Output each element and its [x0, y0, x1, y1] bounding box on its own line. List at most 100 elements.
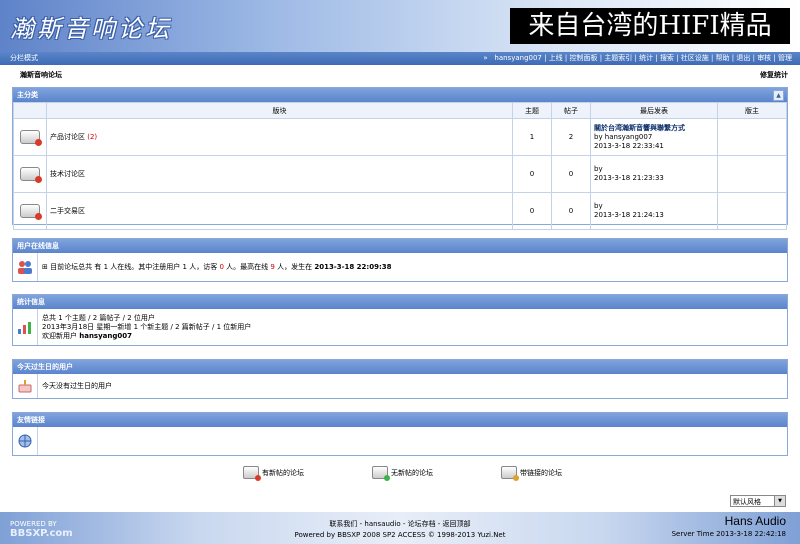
panel-header: 用户在线信息 [13, 239, 787, 253]
panel-title: 友情链接 [17, 416, 45, 424]
forum-name-link[interactable]: 二手交易区 [50, 207, 85, 215]
online-text: 人。最高在线 [226, 263, 269, 271]
forum-name-cell: 二手交易区 [46, 192, 513, 230]
forum-new-posts-icon [20, 167, 42, 183]
new-post-count-badge: (2) [87, 133, 98, 141]
moderator-cell [717, 118, 787, 156]
forum-new-posts-icon [20, 204, 42, 220]
birthday-panel: 今天过生日的用户 今天没有过生日的用户 [12, 359, 788, 399]
online-text: 人，发生在 [277, 263, 313, 271]
banner-ad[interactable]: 来自台湾的HIFI精品 [510, 8, 790, 44]
nav-link-help[interactable]: 帮助 [716, 54, 730, 62]
moderator-cell [717, 192, 787, 230]
nav-link-community[interactable]: 社区设施 [681, 54, 709, 62]
stats-line-today: 2013年3月18日 星期一新增 1 个新主题 / 2 篇新帖子 / 1 位新用… [42, 322, 252, 331]
collapse-icon[interactable]: ▲ [773, 90, 784, 101]
online-peak: 9 [270, 263, 275, 271]
username-link[interactable]: hansyang007 [494, 54, 541, 62]
view-mode-link[interactable]: 分栏模式 [10, 52, 38, 65]
forum-table: 版块 主题 帖子 最后发表 版主 产品讨论区 (2) 1 2 關於台湾瀚斯音響與… [13, 102, 787, 230]
topic-count: 0 [512, 192, 552, 230]
friend-links-row [13, 427, 787, 455]
footer: POWERED BY BBSXP.com 联系我们 - hansaudio - … [0, 512, 800, 544]
forum-name-link[interactable]: 产品讨论区 [50, 133, 85, 141]
breadcrumb[interactable]: 瀚斯音响论坛 [20, 70, 62, 80]
repair-stats-link[interactable]: 修复统计 [760, 70, 788, 80]
online-text: 人，访客 [189, 263, 218, 271]
column-header-posts: 帖子 [551, 102, 591, 119]
nav-link-control-panel[interactable]: 控制面板 [570, 54, 598, 62]
last-post-title-link[interactable]: 關於台湾瀚斯音響與聯繫方式 [594, 124, 685, 132]
column-header-topics: 主题 [512, 102, 552, 119]
brand-text: Hans Audio [724, 514, 786, 528]
online-info-row: ⊞ 目前论坛总共 有 1 人在线。其中注册用户 1 人，访客 0 人。最高在线 … [13, 253, 787, 281]
last-post-cell: by 2013-3-18 21:24:13 [590, 192, 718, 230]
last-post-author[interactable]: by [594, 165, 716, 174]
online-text: 目前论坛总共 有 [50, 263, 102, 271]
online-summary: ⊞ 目前论坛总共 有 1 人在线。其中注册用户 1 人，访客 0 人。最高在线 … [38, 262, 392, 272]
link-forum-icon [501, 466, 519, 481]
forum-status-cell [13, 155, 47, 193]
icon-column-header [13, 102, 47, 119]
stats-line-totals: 总共 1 个主题 / 2 篇帖子 / 2 位用户 [42, 313, 155, 322]
column-header-last-post: 最后发表 [590, 102, 718, 119]
nav-link-online[interactable]: 上线 [549, 54, 563, 62]
stats-text: 总共 1 个主题 / 2 篇帖子 / 2 位用户 2013年3月18日 星期一新… [38, 314, 251, 341]
online-users-panel: 用户在线信息 ⊞ 目前论坛总共 有 1 人在线。其中注册用户 1 人，访客 0 … [12, 238, 788, 282]
last-post-author[interactable]: by hansyang007 [594, 133, 716, 142]
newuser-label: 欢迎新用户 [42, 331, 77, 340]
stats-line-newuser: 欢迎新用户 hansyang007 [42, 332, 251, 341]
panel-header: 友情链接 [13, 413, 787, 427]
stats-panel: 统计信息 总共 1 个主题 / 2 篇帖子 / 2 位用户 2013年3月18日… [12, 294, 788, 346]
last-post-cell: by 2013-3-18 21:23:33 [590, 155, 718, 193]
nav-link-search[interactable]: 搜索 [660, 54, 674, 62]
newuser-link[interactable]: hansyang007 [79, 332, 132, 340]
nav-prefix: » [483, 54, 488, 62]
column-header-moderator: 版主 [717, 102, 787, 119]
online-total: 1 [103, 263, 109, 271]
birthday-cake-icon [13, 374, 38, 398]
panel-title: 主分类 [17, 91, 38, 99]
site-logo[interactable]: 瀚斯音响论坛 [10, 9, 172, 44]
legend-none-label: 无新帖的论坛 [391, 468, 433, 477]
column-header-forum: 版块 [46, 102, 513, 119]
post-count: 2 [551, 118, 591, 156]
legend-link-label: 带链接的论坛 [520, 468, 562, 477]
birthday-body: 今天没有过生日的用户 [13, 374, 787, 398]
last-post-time: 2013-3-18 22:33:41 [594, 141, 664, 150]
stats-info-row: 总共 1 个主题 / 2 篇帖子 / 2 位用户 2013年3月18日 星期一新… [13, 309, 787, 345]
legend-no-new-posts: 无新帖的论坛 [372, 466, 433, 481]
online-text: 人在线。其中注册用户 [110, 263, 181, 271]
online-guests: 0 [219, 263, 224, 271]
panel-title: 用户在线信息 [17, 242, 59, 250]
panel-header: 主分类 ▲ [13, 88, 787, 102]
friend-links-body [13, 427, 787, 455]
topic-count: 1 [512, 118, 552, 156]
table-row: 技术讨论区 0 0 by 2013-3-18 21:23:33 [13, 155, 787, 193]
nav-link-logout[interactable]: 退出 [736, 54, 750, 62]
table-header-row: 版块 主题 帖子 最后发表 版主 [13, 102, 787, 119]
nav-link-moderate[interactable]: 审核 [757, 54, 771, 62]
nav-link-admin[interactable]: 管理 [778, 54, 792, 62]
last-post-cell: 關於台湾瀚斯音響與聯繫方式 by hansyang007 2013-3-18 2… [590, 118, 718, 156]
top-nav-bar: 分栏模式 » hansyang007 | 上线 | 控制面板 | 主题索引 | … [0, 52, 800, 65]
stats-chart-icon [13, 309, 38, 345]
last-post-author[interactable]: by [594, 202, 716, 211]
last-post-time: 2013-3-18 21:24:13 [594, 211, 664, 219]
post-count: 0 [551, 155, 591, 193]
expand-online-icon[interactable]: ⊞ [42, 263, 48, 271]
site-header: 瀚斯音响论坛 来自台湾的HIFI精品 [0, 0, 800, 52]
birthday-info-row: 今天没有过生日的用户 [13, 374, 787, 398]
table-row: 二手交易区 0 0 by 2013-3-18 21:24:13 [13, 192, 787, 230]
forum-name-link[interactable]: 技术讨论区 [50, 170, 85, 178]
table-row: 产品讨论区 (2) 1 2 關於台湾瀚斯音響與聯繫方式 by hansyang0… [13, 118, 787, 156]
nav-link-stats[interactable]: 统计 [639, 54, 653, 62]
style-select[interactable]: 默认风格 ▼ [730, 495, 786, 507]
stats-body: 总共 1 个主题 / 2 篇帖子 / 2 位用户 2013年3月18日 星期一新… [13, 309, 787, 345]
footer-nav-links[interactable]: 联系我们 - hansaudio - 论坛存档 - 返回顶部 [0, 519, 800, 530]
nav-link-topic-index[interactable]: 主题索引 [604, 54, 632, 62]
server-time: Server Time 2013-3-18 22:42:18 [671, 530, 786, 538]
no-new-posts-forum-icon [372, 466, 390, 481]
forum-new-posts-icon [20, 130, 42, 146]
legend-link-forum: 带链接的论坛 [501, 466, 562, 481]
